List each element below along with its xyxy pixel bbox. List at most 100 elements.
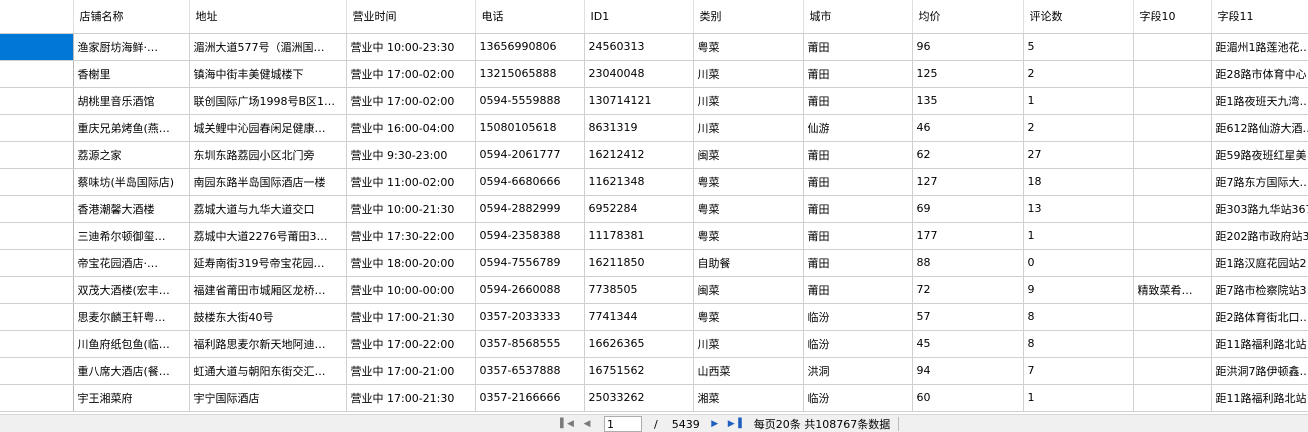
table-cell[interactable] (1133, 60, 1212, 88)
column-header[interactable]: 城市 (803, 0, 913, 34)
row-header-corner[interactable] (0, 0, 74, 34)
table-cell[interactable]: 23040048 (584, 60, 694, 88)
table-cell[interactable]: 城关鲤中沁园春闲足健康… (189, 114, 347, 142)
table-row[interactable]: 香榭里 镇海中街丰美健城楼下 营业中 17:00-02:00 13215065888 2… (0, 60, 1308, 88)
table-cell[interactable]: 宇宁国际酒店 (189, 384, 347, 412)
table-cell[interactable]: 62 (912, 141, 1024, 169)
table-cell[interactable]: 0594-2061777 (475, 141, 585, 169)
table-row[interactable]: 宇王湘菜府 宇宁国际酒店 营业中 17:00-21:30 0357-2166666 25… (0, 384, 1308, 412)
table-cell[interactable]: 13656990806 (475, 33, 585, 61)
table-cell[interactable]: 25033262 (584, 384, 694, 412)
table-cell[interactable]: 洪洞 (803, 357, 913, 385)
table-cell[interactable]: 莆田 (803, 276, 913, 304)
column-header[interactable]: 营业时间 (346, 0, 476, 34)
table-cell[interactable]: 16212412 (584, 141, 694, 169)
table-cell[interactable]: 距1路夜班天九湾… (1211, 87, 1308, 115)
table-cell[interactable] (1133, 114, 1212, 142)
column-header[interactable]: 电话 (475, 0, 585, 34)
table-cell[interactable]: 营业中 17:00-02:00 (346, 60, 476, 88)
table-cell[interactable]: 8 (1023, 303, 1134, 331)
table-cell[interactable]: 2 (1023, 60, 1134, 88)
table-cell[interactable]: 13 (1023, 195, 1134, 223)
row-selector[interactable] (0, 87, 74, 115)
table-cell[interactable]: 临汾 (803, 384, 913, 412)
table-row[interactable]: 渔家厨坊海鲜·… 湄洲大道577号（湄洲国… 营业中 10:00-23:30 1365… (0, 33, 1308, 61)
table-cell[interactable]: 粤菜 (693, 33, 804, 61)
table-cell[interactable]: 营业中 17:00-02:00 (346, 87, 476, 115)
table-cell[interactable]: 川菜 (693, 330, 804, 358)
row-selector[interactable] (0, 195, 74, 223)
table-cell[interactable]: 125 (912, 60, 1024, 88)
table-cell[interactable]: 荔源之家 (73, 141, 190, 169)
table-cell[interactable]: 莆田 (803, 141, 913, 169)
table-cell[interactable] (1133, 222, 1212, 250)
table-cell[interactable]: 127 (912, 168, 1024, 196)
table-cell[interactable]: 莆田 (803, 168, 913, 196)
table-cell[interactable]: 营业中 16:00-04:00 (346, 114, 476, 142)
table-cell[interactable]: 三迪希尔顿御玺… (73, 222, 190, 250)
table-cell[interactable] (1133, 330, 1212, 358)
row-selector[interactable] (0, 276, 74, 304)
table-row[interactable]: 帝宝花园酒店·… 延寿南街319号帝宝花园… 营业中 18:00-20:00 0594… (0, 249, 1308, 277)
table-cell[interactable]: 营业中 18:00-20:00 (346, 249, 476, 277)
table-cell[interactable]: 2 (1023, 114, 1134, 142)
table-cell[interactable]: 7741344 (584, 303, 694, 331)
row-selector[interactable] (0, 357, 74, 385)
table-cell[interactable] (1133, 357, 1212, 385)
row-selector[interactable] (0, 33, 74, 61)
table-cell[interactable]: 双茂大酒楼(宏丰… (73, 276, 190, 304)
row-selector[interactable] (0, 384, 74, 412)
table-cell[interactable]: 130714121 (584, 87, 694, 115)
table-row[interactable]: 双茂大酒楼(宏丰… 福建省莆田市城厢区龙桥… 营业中 10:00-00:00 0594… (0, 276, 1308, 304)
table-cell[interactable]: 距303路九华站367 (1211, 195, 1308, 223)
table-cell[interactable]: 5 (1023, 33, 1134, 61)
table-cell[interactable]: 0594-2882999 (475, 195, 585, 223)
table-row[interactable]: 香港潮馨大酒楼 荔城大道与九华大道交口 营业中 10:00-21:30 0594-28… (0, 195, 1308, 223)
table-cell[interactable]: 177 (912, 222, 1024, 250)
table-cell[interactable]: 16751562 (584, 357, 694, 385)
table-cell[interactable]: 精致菜肴… (1133, 276, 1212, 304)
row-selector[interactable] (0, 168, 74, 196)
table-cell[interactable]: 0357-8568555 (475, 330, 585, 358)
table-cell[interactable]: 72 (912, 276, 1024, 304)
table-cell[interactable]: 莆田 (803, 249, 913, 277)
table-cell[interactable]: 16626365 (584, 330, 694, 358)
table-cell[interactable]: 0594-2358388 (475, 222, 585, 250)
column-header[interactable]: ID1 (584, 0, 694, 34)
table-cell[interactable]: 距洪洞7路伊顿鑫… (1211, 357, 1308, 385)
table-cell[interactable]: 96 (912, 33, 1024, 61)
table-cell[interactable]: 距11路福利路北站 (1211, 384, 1308, 412)
table-cell[interactable]: 0594-5559888 (475, 87, 585, 115)
column-header[interactable]: 类别 (693, 0, 804, 34)
table-cell[interactable]: 营业中 9:30-23:00 (346, 141, 476, 169)
table-cell[interactable]: 川鱼府纸包鱼(临… (73, 330, 190, 358)
table-cell[interactable]: 1 (1023, 87, 1134, 115)
table-cell[interactable]: 8631319 (584, 114, 694, 142)
table-cell[interactable]: 88 (912, 249, 1024, 277)
table-cell[interactable]: 距202路市政府站3 (1211, 222, 1308, 250)
table-cell[interactable]: 距7路市检察院站3 (1211, 276, 1308, 304)
table-cell[interactable]: 香榭里 (73, 60, 190, 88)
table-cell[interactable]: 11178381 (584, 222, 694, 250)
table-cell[interactable]: 1 (1023, 222, 1134, 250)
table-cell[interactable]: 1 (1023, 384, 1134, 412)
table-row[interactable]: 三迪希尔顿御玺… 荔城中大道2276号莆田3… 营业中 17:30-22:00 059… (0, 222, 1308, 250)
column-header[interactable]: 字段10 (1133, 0, 1212, 34)
table-cell[interactable]: 粤菜 (693, 195, 804, 223)
table-cell[interactable]: 粤菜 (693, 168, 804, 196)
table-cell[interactable]: 7738505 (584, 276, 694, 304)
table-cell[interactable]: 营业中 17:30-22:00 (346, 222, 476, 250)
table-cell[interactable] (1133, 87, 1212, 115)
table-cell[interactable]: 莆田 (803, 222, 913, 250)
table-cell[interactable]: 临汾 (803, 303, 913, 331)
table-cell[interactable]: 湄洲大道577号（湄洲国… (189, 33, 347, 61)
row-selector[interactable] (0, 114, 74, 142)
table-cell[interactable]: 60 (912, 384, 1024, 412)
table-cell[interactable] (1133, 33, 1212, 61)
table-cell[interactable]: 莆田 (803, 87, 913, 115)
table-cell[interactable] (1133, 249, 1212, 277)
table-cell[interactable]: 帝宝花园酒店·… (73, 249, 190, 277)
table-cell[interactable] (1133, 195, 1212, 223)
first-page-button[interactable]: ▌◀ (560, 417, 574, 431)
column-header[interactable]: 字段11 (1211, 0, 1308, 34)
